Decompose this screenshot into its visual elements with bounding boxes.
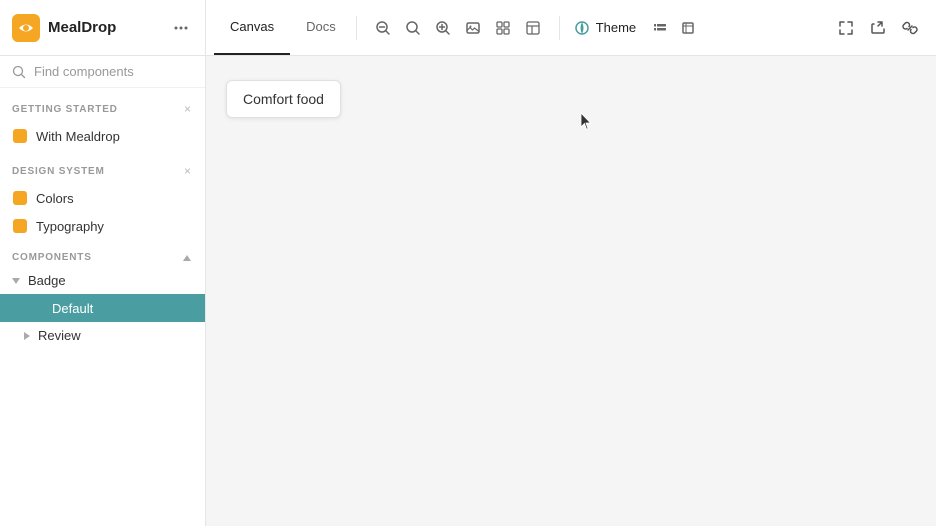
chevron-up-icon <box>183 255 191 261</box>
sidebar-item-badge[interactable]: Badge <box>0 267 205 294</box>
orange-square-icon <box>13 129 27 143</box>
link-icon <box>902 20 918 36</box>
orange-square-icon-colors <box>13 191 27 205</box>
getting-started-section-header: GETTING STARTED × <box>0 88 205 122</box>
table-button[interactable] <box>519 14 547 42</box>
zoom-reset-icon <box>405 20 421 36</box>
theme-icon <box>574 20 590 36</box>
search-bar: / <box>0 56 205 88</box>
ellipsis-icon <box>173 20 189 36</box>
theme-divider <box>559 16 560 40</box>
design-system-section-header: DESIGN SYSTEM × <box>0 150 205 184</box>
search-icon <box>12 65 26 79</box>
theme-button[interactable]: Theme <box>564 14 646 42</box>
frame-icon <box>680 20 696 36</box>
design-system-title: DESIGN SYSTEM <box>12 166 105 177</box>
nav-divider <box>356 16 357 40</box>
frame-button[interactable] <box>674 14 702 42</box>
cursor-pointer <box>581 113 593 131</box>
zoom-out-icon <box>375 20 391 36</box>
layout-icon <box>652 20 668 36</box>
toolbar-icons <box>361 14 555 42</box>
teal-square-icon-default <box>29 301 43 315</box>
components-collapse-button[interactable] <box>181 253 193 263</box>
zoom-out-button[interactable] <box>369 14 397 42</box>
design-system-close-button[interactable]: × <box>182 162 193 180</box>
with-mealdrop-icon <box>12 128 28 144</box>
sidebar-item-colors[interactable]: Colors <box>0 184 205 212</box>
typography-icon <box>12 218 28 234</box>
sidebar-item-with-mealdrop[interactable]: With Mealdrop <box>0 122 205 150</box>
center-nav: Canvas Docs <box>206 0 710 55</box>
right-icons <box>832 14 936 42</box>
badge-default-icon <box>28 300 44 316</box>
components-title: COMPONENTS <box>12 252 92 263</box>
review-expand-icon <box>24 332 30 340</box>
grid-button[interactable] <box>489 14 517 42</box>
image-button[interactable] <box>459 14 487 42</box>
badge-label: Badge <box>28 273 66 288</box>
share-button[interactable] <box>864 14 892 42</box>
sidebar: / GETTING STARTED × With Mealdrop DESIGN… <box>0 56 206 526</box>
menu-button[interactable] <box>169 16 193 40</box>
zoom-reset-button[interactable] <box>399 14 427 42</box>
tab-canvas[interactable]: Canvas <box>214 0 290 55</box>
topbar: MealDrop Canvas Docs <box>0 0 936 56</box>
fullscreen-icon <box>838 20 854 36</box>
colors-label: Colors <box>36 191 74 206</box>
typography-label: Typography <box>36 219 104 234</box>
layout-button[interactable] <box>646 14 674 42</box>
badge-expand-icon <box>12 278 20 284</box>
badge-review-label: Review <box>38 328 81 343</box>
comfort-food-label: Comfort food <box>243 91 324 107</box>
sidebar-item-badge-default[interactable]: Default <box>0 294 205 322</box>
components-section-header: COMPONENTS <box>0 240 205 267</box>
getting-started-title: GETTING STARTED <box>12 104 118 115</box>
zoom-in-button[interactable] <box>429 14 457 42</box>
colors-icon <box>12 190 28 206</box>
sidebar-item-badge-review[interactable]: Review <box>0 322 205 349</box>
search-input[interactable] <box>34 64 206 79</box>
main: / GETTING STARTED × With Mealdrop DESIGN… <box>0 56 936 526</box>
badge-default-label: Default <box>52 301 93 316</box>
zoom-in-icon <box>435 20 451 36</box>
logo-area: MealDrop <box>0 0 206 55</box>
table-icon <box>525 20 541 36</box>
image-icon <box>465 20 481 36</box>
theme-label: Theme <box>596 20 636 35</box>
with-mealdrop-label: With Mealdrop <box>36 129 120 144</box>
getting-started-close-button[interactable]: × <box>182 100 193 118</box>
copy-link-button[interactable] <box>896 14 924 42</box>
canvas[interactable]: Comfort food <box>206 56 936 526</box>
orange-square-icon-typography <box>13 219 27 233</box>
mealdrop-logo-icon <box>12 14 40 42</box>
logo-text: MealDrop <box>48 19 116 36</box>
canvas-inner: Comfort food <box>206 56 936 526</box>
fullscreen-button[interactable] <box>832 14 860 42</box>
tab-docs[interactable]: Docs <box>290 0 352 55</box>
comfort-food-chip: Comfort food <box>226 80 341 118</box>
sidebar-item-typography[interactable]: Typography <box>0 212 205 240</box>
share-icon <box>870 20 886 36</box>
grid-icon <box>495 20 511 36</box>
